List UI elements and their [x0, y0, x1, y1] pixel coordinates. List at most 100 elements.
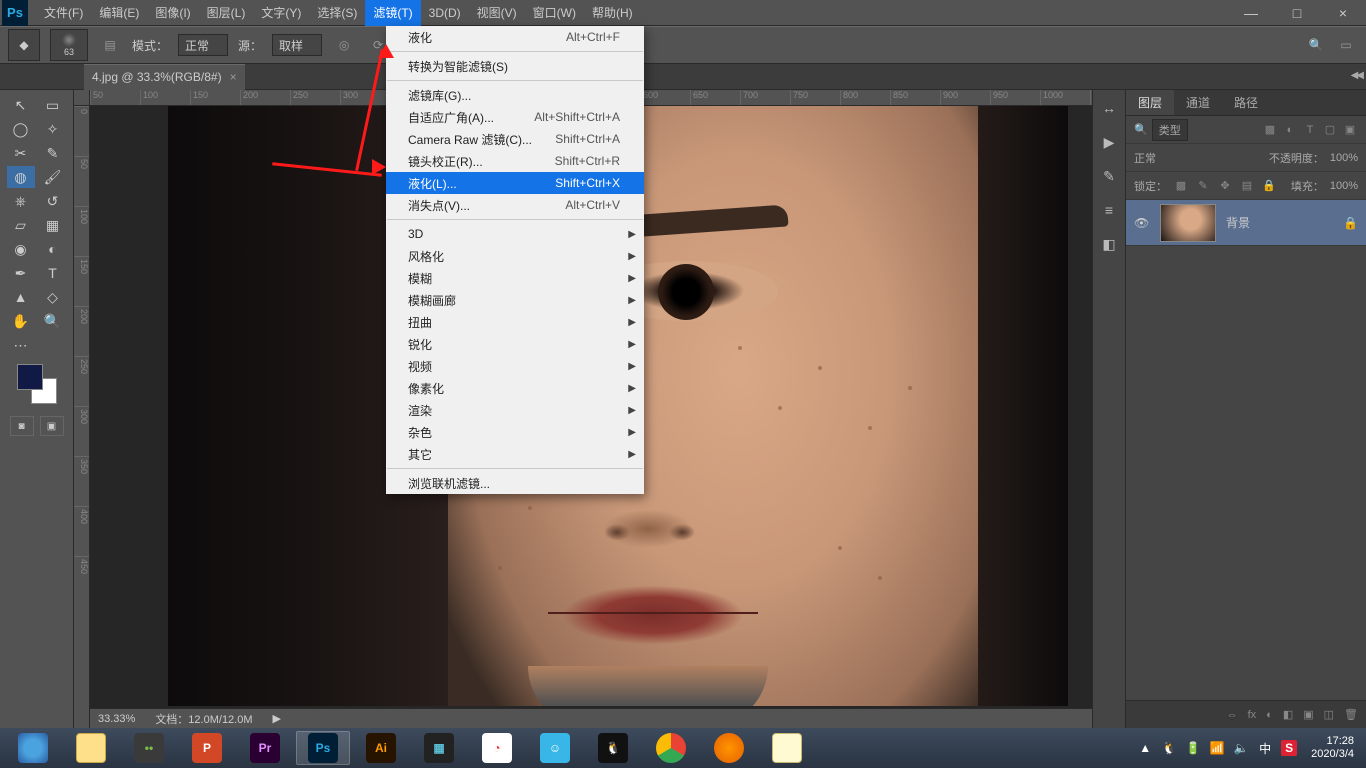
filter-type-icon[interactable]: T: [1302, 122, 1318, 138]
color-swatches[interactable]: [17, 364, 57, 404]
lasso-tool-icon[interactable]: ◯: [7, 118, 35, 140]
menu-item-扭曲[interactable]: 扭曲▶: [386, 311, 644, 333]
menu-item-液化L[interactable]: 液化(L)...Shift+Ctrl+X: [386, 172, 644, 194]
menu-item-消失点V[interactable]: 消失点(V)...Alt+Ctrl+V: [386, 194, 644, 216]
taskbar-app1[interactable]: ◔: [470, 731, 524, 765]
menu-item-液化[interactable]: 液化Alt+Ctrl+F: [386, 26, 644, 48]
tab-channels[interactable]: 通道: [1174, 90, 1222, 115]
blend-mode-select[interactable]: 正常: [1134, 150, 1263, 166]
paragraph-icon[interactable]: ≡: [1097, 198, 1121, 222]
filter-smart-icon[interactable]: ▣: [1342, 122, 1358, 138]
taskbar-qq[interactable]: 🐧: [586, 731, 640, 765]
marquee-tool-icon[interactable]: ▭: [39, 94, 67, 116]
tray-volume-icon[interactable]: 🔈: [1233, 740, 1249, 756]
lock-brush-icon[interactable]: ✎: [1195, 178, 1211, 194]
search-icon[interactable]: 🔍: [1304, 33, 1328, 57]
lock-artboard-icon[interactable]: ▤: [1239, 178, 1255, 194]
menu-filter[interactable]: 滤镜(T): [365, 0, 420, 26]
tray-clock[interactable]: 17:28 2020/3/4: [1305, 735, 1360, 761]
pen-tool-icon[interactable]: ✒: [7, 262, 35, 284]
menu-layer[interactable]: 图层(L): [199, 0, 254, 26]
foreground-color-icon[interactable]: [17, 364, 43, 390]
aligned-icon[interactable]: ◎: [332, 33, 356, 57]
crop-tool-icon[interactable]: ✂: [7, 142, 35, 164]
source-select[interactable]: 取样: [272, 34, 322, 56]
document-tab[interactable]: 4.jpg @ 33.3%(RGB/8#) ×: [84, 64, 245, 90]
edit-toolbar-icon[interactable]: ⋯: [7, 334, 35, 356]
link-layers-icon[interactable]: ⇔: [1227, 709, 1238, 721]
menu-item-转换为智能滤镜S[interactable]: 转换为智能滤镜(S): [386, 55, 644, 77]
menu-type[interactable]: 文字(Y): [253, 0, 309, 26]
menu-item-其它[interactable]: 其它▶: [386, 443, 644, 465]
lock-pixels-icon[interactable]: ▩: [1173, 178, 1189, 194]
taskbar-chrome[interactable]: [644, 731, 698, 765]
taskbar-wechat[interactable]: ••: [122, 731, 176, 765]
taskbar-firefox[interactable]: [702, 731, 756, 765]
menu-item-模糊画廊[interactable]: 模糊画廊▶: [386, 289, 644, 311]
brush-panel-icon[interactable]: ▤: [98, 33, 122, 57]
delete-layer-icon[interactable]: 🗑: [1344, 708, 1358, 721]
document-info[interactable]: 文档：12.0M/12.0M: [155, 711, 252, 727]
layer-name[interactable]: 背景: [1226, 214, 1250, 231]
tray-network-icon[interactable]: 📶: [1209, 740, 1225, 756]
layer-thumbnail[interactable]: [1160, 204, 1216, 242]
filter-kind-select[interactable]: 类型: [1152, 119, 1188, 141]
zoom-tool-icon[interactable]: 🔍: [39, 310, 67, 332]
menu-item-杂色[interactable]: 杂色▶: [386, 421, 644, 443]
group-icon[interactable]: ▣: [1303, 708, 1313, 721]
shape-tool-icon[interactable]: ◇: [39, 286, 67, 308]
filter-adjust-icon[interactable]: ◐: [1282, 122, 1298, 138]
layer-background[interactable]: 👁 背景 🔒: [1126, 200, 1366, 246]
gradient-tool-icon[interactable]: ▦: [39, 214, 67, 236]
tab-paths[interactable]: 路径: [1222, 90, 1270, 115]
tray-ime-icon[interactable]: 中: [1257, 740, 1273, 756]
maximize-button[interactable]: □: [1274, 0, 1320, 26]
close-button[interactable]: ×: [1320, 0, 1366, 26]
dodge-tool-icon[interactable]: ◐: [39, 238, 67, 260]
minimize-button[interactable]: —: [1228, 0, 1274, 26]
taskbar-powerpoint[interactable]: P: [180, 731, 234, 765]
menu-item-锐化[interactable]: 锐化▶: [386, 333, 644, 355]
magic-wand-tool-icon[interactable]: ✧: [39, 118, 67, 140]
tray-up-icon[interactable]: ▲: [1137, 740, 1153, 756]
menu-item-像素化[interactable]: 像素化▶: [386, 377, 644, 399]
actions-icon[interactable]: ▶: [1097, 130, 1121, 154]
menu-item-风格化[interactable]: 风格化▶: [386, 245, 644, 267]
filter-pixel-icon[interactable]: ▩: [1262, 122, 1278, 138]
eraser-tool-icon[interactable]: ▱: [7, 214, 35, 236]
quick-mask-icon[interactable]: ◙: [10, 416, 34, 436]
taskbar-explorer[interactable]: [64, 731, 118, 765]
adjustment-icon[interactable]: ◧: [1283, 708, 1293, 721]
menu-item-镜头校正R[interactable]: 镜头校正(R)...Shift+Ctrl+R: [386, 150, 644, 172]
menu-item-CameraRaw滤镜C[interactable]: Camera Raw 滤镜(C)...Shift+Ctrl+A: [386, 128, 644, 150]
menu-window[interactable]: 窗口(W): [525, 0, 584, 26]
menu-view[interactable]: 视图(V): [469, 0, 525, 26]
menu-item-渲染[interactable]: 渲染▶: [386, 399, 644, 421]
taskbar-app2[interactable]: ☺: [528, 731, 582, 765]
move-tool-icon[interactable]: ↖: [7, 94, 35, 116]
spot-healing-tool-icon[interactable]: ◍: [7, 166, 35, 188]
fill-value[interactable]: 100%: [1330, 180, 1358, 192]
tool-preset-icon[interactable]: ◆: [8, 29, 40, 61]
taskbar-video[interactable]: ▦: [412, 731, 466, 765]
menu-item-模糊[interactable]: 模糊▶: [386, 267, 644, 289]
zoom-value[interactable]: 33.33%: [98, 713, 135, 725]
type-tool-icon[interactable]: T: [39, 262, 67, 284]
menu-item-浏览联机滤镜[interactable]: 浏览联机滤镜...: [386, 472, 644, 494]
taskbar-illustrator[interactable]: Ai: [354, 731, 408, 765]
lock-position-icon[interactable]: ✥: [1217, 178, 1233, 194]
hand-tool-icon[interactable]: ✋: [7, 310, 35, 332]
screen-mode-icon[interactable]: ▣: [40, 416, 64, 436]
brush-presets-icon[interactable]: ✎: [1097, 164, 1121, 188]
menu-item-滤镜库G[interactable]: 滤镜库(G)...: [386, 84, 644, 106]
fx-icon[interactable]: fx: [1248, 709, 1257, 721]
filter-shape-icon[interactable]: ▢: [1322, 122, 1338, 138]
opacity-value[interactable]: 100%: [1330, 152, 1358, 164]
close-tab-icon[interactable]: ×: [230, 70, 237, 84]
clone-stamp-tool-icon[interactable]: ⎈: [7, 190, 35, 212]
blur-tool-icon[interactable]: ◉: [7, 238, 35, 260]
path-select-tool-icon[interactable]: ▲: [7, 286, 35, 308]
menu-item-自适应广角A[interactable]: 自适应广角(A)...Alt+Shift+Ctrl+A: [386, 106, 644, 128]
filter-search-icon[interactable]: 🔍: [1134, 123, 1148, 136]
taskbar-browser[interactable]: [6, 731, 60, 765]
